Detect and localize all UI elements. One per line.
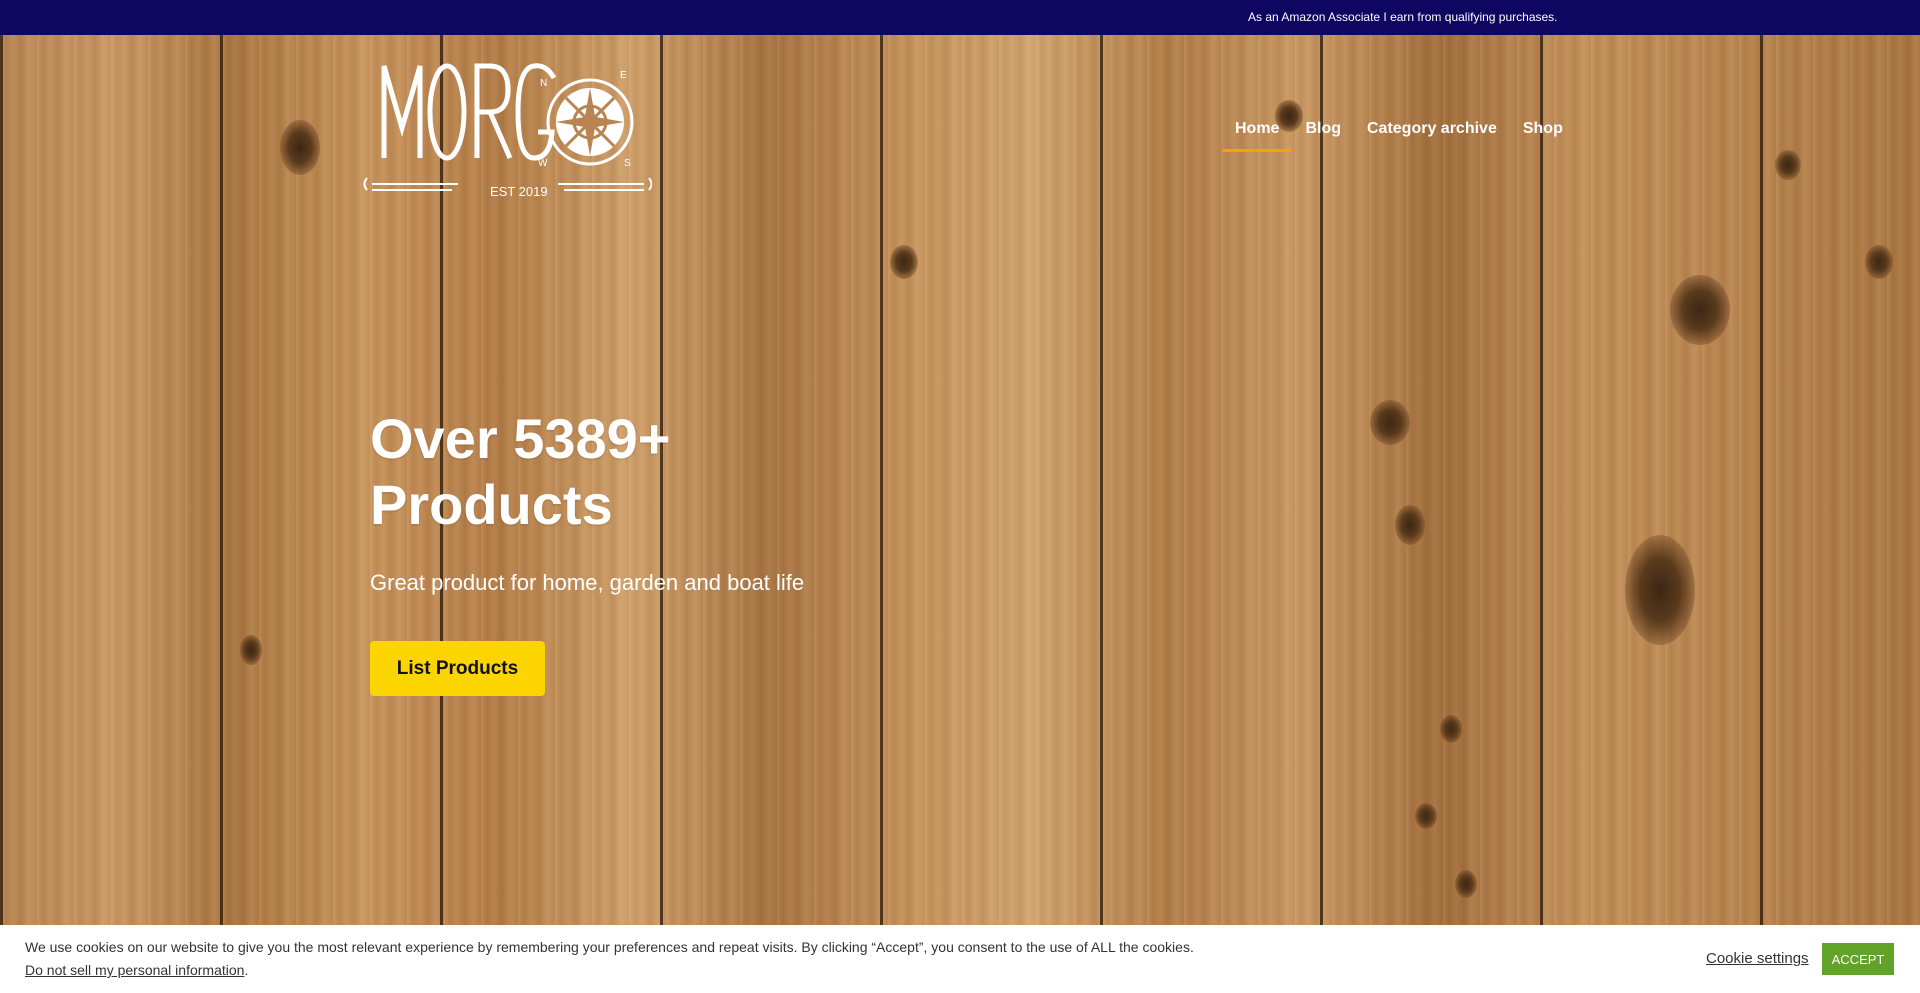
nav-item-category-archive[interactable]: Category archive [1354, 118, 1510, 152]
compass-letter-w: W [538, 158, 548, 169]
morg-logo-icon: N E S W EST 2019 [363, 63, 653, 199]
compass-letter-n: N [540, 78, 547, 89]
list-products-button[interactable]: List Products [370, 641, 545, 696]
nav-item-shop[interactable]: Shop [1510, 118, 1576, 152]
announcement-bar: As an Amazon Associate I earn from quali… [0, 0, 1920, 35]
nav-item-home[interactable]: Home [1222, 118, 1293, 152]
accept-cookies-button[interactable]: ACCEPT [1822, 943, 1894, 975]
hero-section [0, 35, 1920, 925]
hero-title-line2: Products [370, 473, 613, 536]
hero-title: Over 5389+ Products [370, 406, 890, 538]
nav-item-blog[interactable]: Blog [1292, 118, 1354, 152]
cookie-settings-link[interactable]: Cookie settings [1706, 950, 1809, 967]
compass-letter-e: E [620, 70, 627, 81]
cookie-consent-bar: We use cookies on our website to give yo… [0, 925, 1920, 993]
do-not-sell-line: Do not sell my personal information. [25, 962, 248, 978]
compass-letter-s: S [624, 158, 631, 169]
site-logo[interactable]: N E S W EST 2019 [362, 58, 653, 208]
affiliate-notice: As an Amazon Associate I earn from quali… [1248, 10, 1558, 24]
do-not-sell-suffix: . [244, 962, 249, 978]
hero-subtitle: Great product for home, garden and boat … [370, 570, 805, 595]
hero-title-line1: Over 5389+ [370, 407, 671, 470]
logo-tagline: EST 2019 [490, 184, 548, 199]
do-not-sell-link[interactable]: Do not sell my personal information [25, 962, 244, 978]
main-navigation: Home Blog Category archive Shop [1222, 118, 1576, 152]
cookie-message: We use cookies on our website to give yo… [25, 939, 1194, 955]
